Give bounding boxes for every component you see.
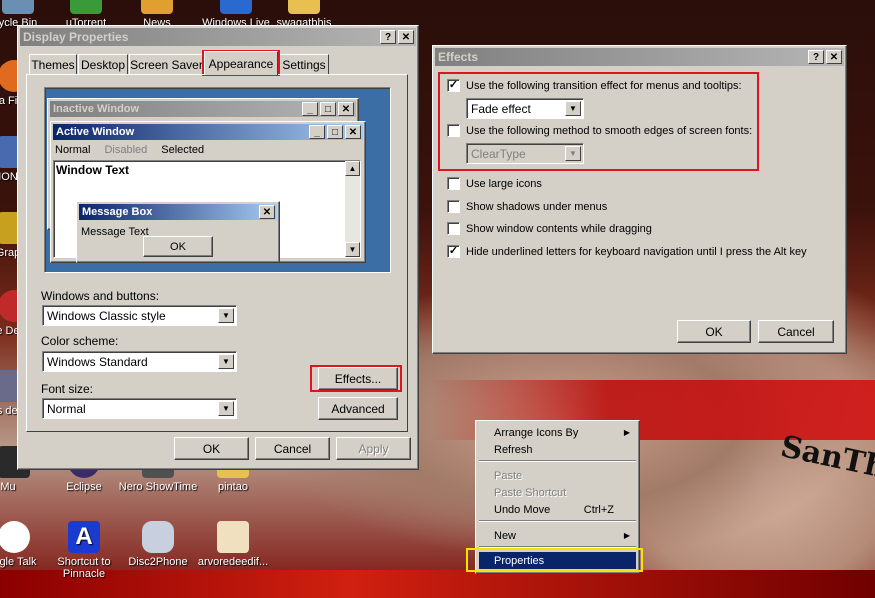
chevron-down-icon[interactable]: ▼ — [218, 354, 234, 369]
desktop-icon-pinnacle[interactable]: A Shortcut to Pinnacle — [44, 521, 124, 580]
tab-settings[interactable]: Settings — [279, 54, 329, 74]
transition-effect-select[interactable]: Fade effect ▼ — [466, 98, 584, 119]
google-talk-icon — [0, 521, 30, 553]
chevron-down-icon[interactable]: ▼ — [218, 308, 234, 323]
preview-menu-bar: Normal Disabled Selected — [55, 144, 204, 156]
smooth-fonts-select[interactable]: ClearType ▼ — [466, 143, 584, 164]
menu-shadows-option[interactable]: Show shadows under menus — [447, 200, 607, 213]
desktop-icon-arvoredeedif[interactable]: arvoredeedif... — [193, 521, 273, 568]
hide-underline-option[interactable]: ✓ Hide underlined letters for keyboard n… — [447, 245, 807, 258]
effects-button[interactable]: Effects... — [318, 367, 398, 390]
menu-separator — [479, 520, 636, 522]
tab-appearance[interactable]: Appearance — [204, 51, 278, 75]
preview-menu-selected: Selected — [161, 144, 205, 156]
submenu-arrow-icon: ▶ — [623, 428, 630, 437]
close-button[interactable]: ✕ — [398, 30, 414, 44]
large-icons-checkbox[interactable] — [447, 177, 460, 190]
chevron-down-icon[interactable]: ▼ — [565, 101, 581, 116]
drag-contents-option[interactable]: Show window contents while dragging — [447, 222, 652, 235]
tab-screen-saver[interactable]: Screen Saver — [129, 54, 204, 74]
menu-item-undo-move[interactable]: Undo Move Ctrl+Z — [479, 501, 636, 518]
scroll-down-icon: ▼ — [345, 242, 360, 257]
menu-item-paste-shortcut[interactable]: Paste Shortcut — [479, 484, 636, 501]
pinnacle-icon: A — [68, 521, 100, 553]
ok-button[interactable]: OK — [174, 437, 249, 460]
maximize-icon: □ — [327, 125, 343, 139]
windows-and-buttons-select[interactable]: Windows Classic style ▼ — [42, 305, 237, 326]
preview-message-box: Message Box ✕ Message Text OK — [76, 201, 280, 263]
transition-effect-checkbox[interactable]: ✓ — [447, 79, 460, 92]
undo-shortcut: Ctrl+Z — [583, 503, 614, 516]
display-properties-window[interactable]: Display Properties ? ✕ Themes Desktop Sc… — [17, 25, 419, 470]
menu-item-refresh[interactable]: Refresh — [479, 441, 636, 458]
chevron-down-icon[interactable]: ▼ — [218, 401, 234, 416]
font-size-label: Font size: — [41, 382, 94, 396]
large-icons-option[interactable]: Use large icons — [447, 177, 542, 190]
font-size-select[interactable]: Normal ▼ — [42, 398, 237, 419]
windows-live-icon — [220, 0, 252, 14]
color-scheme-label: Color scheme: — [41, 334, 119, 348]
news-icon — [141, 0, 173, 14]
menu-item-paste[interactable]: Paste — [479, 467, 636, 484]
transition-effect-option[interactable]: ✓ Use the following transition effect fo… — [447, 79, 742, 92]
preview-message-box-titlebar: Message Box ✕ — [79, 204, 277, 220]
menu-separator — [479, 460, 636, 462]
close-icon: ✕ — [345, 125, 361, 139]
preview-menu-disabled: Disabled — [104, 144, 148, 156]
close-button[interactable]: ✕ — [826, 50, 842, 64]
color-scheme-select[interactable]: Windows Standard ▼ — [42, 351, 237, 372]
document-icon — [217, 521, 249, 553]
tab-themes[interactable]: Themes — [29, 54, 77, 74]
desktop-icon-disc2phone[interactable]: Disc2Phone — [118, 521, 198, 568]
smooth-fonts-checkbox[interactable] — [447, 124, 460, 137]
help-button[interactable]: ? — [808, 50, 824, 64]
preview-menu-normal: Normal — [55, 144, 91, 156]
apply-button[interactable]: Apply — [336, 437, 411, 460]
wallpaper-red-bottom — [0, 570, 875, 598]
advanced-button[interactable]: Advanced — [318, 397, 398, 420]
menu-separator — [479, 546, 636, 548]
appearance-tab-page: Inactive Window _ □ ✕ Active Window _ □ … — [26, 74, 408, 432]
preview-window-text: Window Text — [56, 163, 129, 177]
effects-title: Effects — [438, 50, 479, 64]
close-icon: ✕ — [259, 205, 275, 219]
windows-and-buttons-label: Windows and buttons: — [41, 289, 160, 303]
utorrent-icon — [70, 0, 102, 14]
cancel-button[interactable]: Cancel — [255, 437, 330, 460]
effects-dialog[interactable]: Effects ? ✕ ✓ Use the following transiti… — [432, 45, 847, 354]
submenu-arrow-icon: ▶ — [623, 531, 630, 540]
drag-contents-checkbox[interactable] — [447, 222, 460, 235]
maximize-icon: □ — [320, 102, 336, 116]
desktop-context-menu[interactable]: Arrange Icons By ▶ Refresh Paste Paste S… — [475, 420, 640, 574]
recycle-bin-icon — [2, 0, 34, 14]
menu-shadows-checkbox[interactable] — [447, 200, 460, 213]
effects-cancel-button[interactable]: Cancel — [758, 320, 834, 343]
scroll-up-icon: ▲ — [345, 161, 360, 176]
help-button[interactable]: ? — [380, 30, 396, 44]
preview-scrollbar: ▲ ▼ — [345, 161, 360, 257]
window-title: Display Properties — [23, 30, 129, 44]
display-properties-titlebar[interactable]: Display Properties ? ✕ — [20, 28, 416, 46]
menu-item-arrange-icons[interactable]: Arrange Icons By ▶ — [479, 424, 636, 441]
preview-active-titlebar: Active Window _ □ ✕ — [53, 124, 363, 140]
appearance-preview: Inactive Window _ □ ✕ Active Window _ □ … — [44, 87, 391, 273]
minimize-icon: _ — [302, 102, 318, 116]
effects-titlebar[interactable]: Effects ? ✕ — [435, 48, 844, 66]
tab-desktop[interactable]: Desktop — [78, 54, 128, 74]
hide-underline-checkbox[interactable]: ✓ — [447, 245, 460, 258]
folder-icon — [288, 0, 320, 14]
close-icon: ✕ — [338, 102, 354, 116]
preview-message-text: Message Text — [81, 226, 149, 238]
preview-ok-button: OK — [143, 236, 213, 257]
phone-icon — [142, 521, 174, 553]
minimize-icon: _ — [309, 125, 325, 139]
effects-ok-button[interactable]: OK — [677, 320, 751, 343]
smooth-fonts-option[interactable]: Use the following method to smooth edges… — [447, 124, 752, 137]
chevron-down-icon[interactable]: ▼ — [565, 146, 581, 161]
menu-item-new[interactable]: New ▶ — [479, 527, 636, 544]
menu-item-properties[interactable]: Properties — [479, 552, 636, 569]
preview-inactive-titlebar: Inactive Window _ □ ✕ — [50, 101, 356, 117]
